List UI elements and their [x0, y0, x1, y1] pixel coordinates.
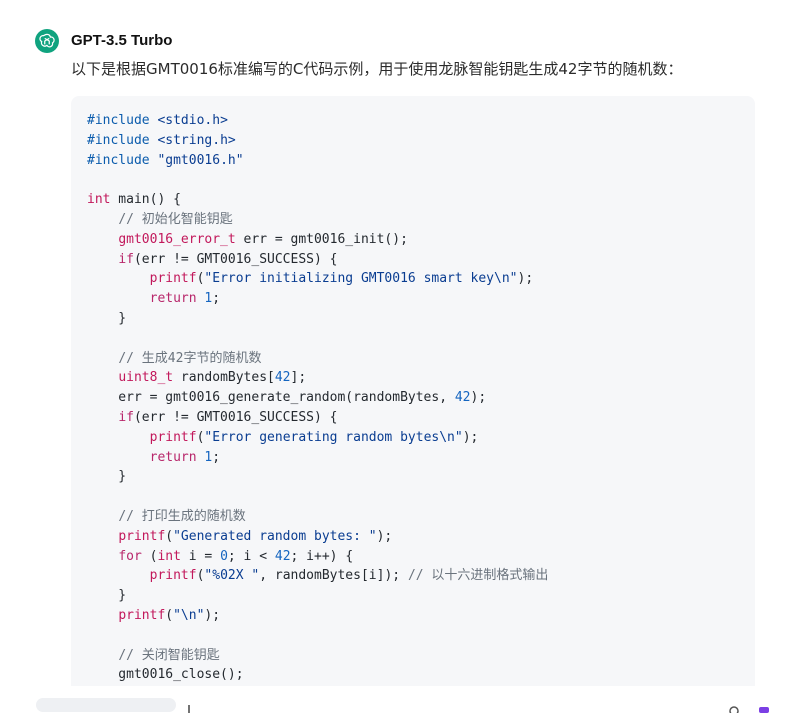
message-intro: 以下是根据GMT0016标准编写的C代码示例，用于使用龙脉智能钥匙生成42字节的… — [71, 60, 683, 78]
code-line: ​ — [87, 626, 755, 646]
code-line: #include <string.h> — [87, 132, 236, 148]
code-line: gmt0016_error_t err = gmt0016_init(); — [118, 231, 408, 247]
code-line: gmt0016_close(); — [87, 667, 244, 683]
code-line: return 1; — [149, 449, 221, 465]
code-line: return 1; — [149, 291, 221, 307]
code-line: // 生成42字节的随机数 — [118, 350, 262, 366]
code-line: // 关闭智能钥匙 — [118, 647, 220, 663]
code-content: #include <stdio.h> #include <string.h> #in… — [71, 96, 755, 685]
code-line: ​ — [87, 170, 755, 190]
code-line: err = gmt0016_generate_random(randomByte… — [87, 390, 487, 406]
code-line: } — [87, 588, 127, 604]
code-line: #include "gmt0016.h" — [87, 152, 244, 168]
code-line: } — [87, 469, 127, 485]
code-block: #include <stdio.h> #include <string.h> #in… — [71, 96, 755, 696]
code-line: if(err != GMT0016_SUCCESS) { — [118, 409, 338, 425]
openai-logo-icon — [35, 29, 59, 53]
code-line: } — [87, 310, 127, 326]
code-line: // 打印生成的随机数 — [118, 508, 246, 524]
code-line: for (int i = 0; i < 42; i++) { — [118, 548, 354, 564]
code-line: #include <stdio.h> — [87, 113, 228, 128]
code-line: printf("Generated random bytes: "); — [118, 528, 393, 544]
code-line: // 初始化智能钥匙 — [118, 211, 233, 227]
code-line: ​ — [87, 329, 755, 349]
code-line: printf("%02X ", randomBytes[i]); // 以十六进… — [149, 568, 549, 584]
code-line: ​ — [87, 487, 755, 507]
code-line: printf("Error generating random bytes\n"… — [149, 429, 479, 445]
code-line: printf("\n"); — [118, 607, 221, 623]
model-name: GPT-3.5 Turbo — [71, 32, 173, 49]
model-selector-button[interactable] — [36, 698, 176, 712]
bottom-toolbar — [0, 696, 788, 716]
code-line: uint8_t randomBytes[42]; — [118, 370, 307, 386]
code-line: int main() { — [87, 192, 181, 208]
code-line: printf("Error initializing GMT0016 smart… — [149, 271, 534, 287]
code-line: if(err != GMT0016_SUCCESS) { — [118, 251, 338, 267]
